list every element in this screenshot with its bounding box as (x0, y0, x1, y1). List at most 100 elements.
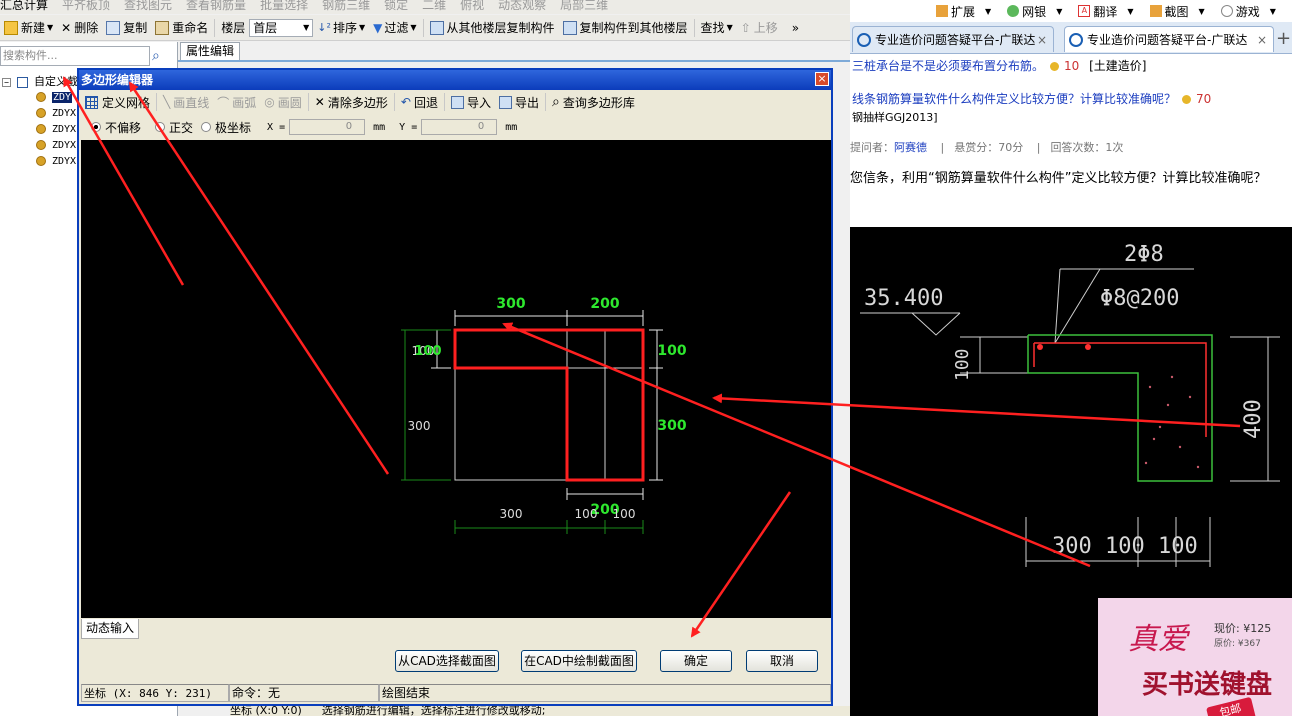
close-icon: ✕ (314, 95, 325, 109)
radio-ortho[interactable]: 正交 (155, 119, 193, 136)
translate-button[interactable]: A 翻译 ▼ (1078, 3, 1134, 20)
find-button[interactable]: 查找 ▼ (697, 17, 737, 39)
ad-price-orig: 原价: ¥367 (1214, 639, 1261, 649)
browser-topbar: 扩展 ▼ 网银 ▼ A 翻译 ▼ 截图 ▼ 游戏 ▼ (850, 0, 1292, 22)
glodon-app-window: 汇总计算 平齐板顶 查找图元 查看钢筋量 批量选择 钢筋三维 锁定 二维 俯视 动态观察 局部三维 … (0, 0, 850, 716)
question-title[interactable]: 线条钢筋算量软件什么构件定义比较方便？计算比较准确呢？ 70 (852, 90, 1211, 107)
new-icon (4, 20, 18, 35)
filter-button[interactable]: ▼ 过滤 ▼ (369, 17, 420, 39)
ad-price-now: 现价: ¥125 (1214, 622, 1272, 635)
from-cad-button[interactable]: 从CAD选择截面图 (395, 650, 499, 672)
separator (693, 18, 695, 37)
draw-arc-button[interactable]: ⌒ 画弧 (213, 94, 260, 111)
toolbar-top-item[interactable]: 锁定 (384, 0, 408, 11)
draw-in-cad-button[interactable]: 在CAD中绘制截面图 (521, 650, 637, 672)
tree-item[interactable]: ZDYX (36, 122, 76, 138)
close-icon[interactable]: × (1037, 33, 1047, 47)
y-field[interactable]: 0 (421, 119, 498, 135)
browser-tab[interactable]: 专业造价问题答疑平台-广联达 × (852, 26, 1054, 52)
toolbar-top-item[interactable]: 查看钢筋量 (186, 0, 246, 11)
new-tab-button[interactable]: + (1276, 28, 1291, 49)
copy-to-floor-button[interactable]: 复制构件到其他楼层 (559, 17, 692, 39)
draw-circle-button[interactable]: ◎ 画圆 (260, 94, 306, 111)
toolbar-overflow-button[interactable]: » (788, 17, 803, 39)
toolbar-top-item[interactable]: 俯视 (460, 0, 484, 11)
draw-line-button[interactable]: ╲ 画直线 (159, 94, 213, 111)
rebar-dot (1085, 344, 1091, 350)
radio-no-offset[interactable]: 不偏移 (91, 119, 141, 136)
question-body: 您信条，利用“钢筋算量软件什么构件”定义比较方便？计算比较准确呢？ (850, 171, 1267, 186)
browser-tab-active[interactable]: 专业造价问题答疑平台-广联达 × (1064, 26, 1274, 52)
input-mode-bar: 不偏移 正交 极坐标 X = 0 mm Y = 0 mm (81, 116, 831, 138)
dim-right-small: 100 (657, 343, 686, 359)
separator (156, 93, 158, 111)
floor-select[interactable]: 首层 ▼ (249, 18, 314, 37)
tree-item[interactable]: ZDYX (36, 154, 76, 170)
games-button[interactable]: 游戏 ▼ (1220, 3, 1276, 20)
query-library-button[interactable]: ⌕ 查询多边形库 (548, 94, 639, 111)
advertisement[interactable]: 真爱 现价: ¥125 原价: ¥367 买书送键盘 包邮 (1098, 598, 1292, 716)
toolbar-top-item[interactable]: 查找图元 (124, 0, 172, 11)
question-link-1[interactable]: 三桩承台是不是必须要布置分布筋。 10 [土建造价] (852, 57, 1147, 74)
toolbar-top-item[interactable]: 钢筋三维 (322, 0, 370, 11)
ok-button[interactable]: 确定 (660, 650, 732, 672)
tree-root[interactable]: − 自定义截 (2, 74, 78, 90)
cancel-button[interactable]: 取消 (746, 650, 818, 672)
extensions-button[interactable]: 扩展 ▼ (936, 3, 991, 20)
drawing-canvas[interactable]: 300 200 100 100 300 100 300 200 300 100 … (81, 140, 831, 618)
close-icon[interactable]: × (1257, 33, 1267, 47)
coin-icon (1182, 95, 1192, 104)
asker-link[interactable]: 阿赛德 (894, 141, 927, 154)
x-field[interactable]: 0 (289, 119, 366, 135)
separator (393, 93, 395, 111)
separator (443, 93, 445, 111)
dim-bottom-3: 100 (613, 507, 636, 521)
move-up-button[interactable]: ⇧ 上移 (737, 17, 782, 39)
toolbar-top-item[interactable]: 局部三维 (560, 0, 608, 11)
radio-icon (201, 122, 212, 132)
clear-polygon-button[interactable]: ✕ 清除多边形 (311, 94, 392, 111)
copy-button[interactable]: 复制 (102, 17, 151, 39)
dim-right-big: 300 (657, 418, 686, 434)
tab-property-edit[interactable]: 属性编辑 (180, 42, 240, 60)
tree-item[interactable]: ZDYX (36, 138, 76, 154)
folder-icon (17, 76, 28, 88)
polygon-drawing: 300 200 100 100 300 100 300 200 300 100 … (401, 296, 687, 534)
dim-top-right: 200 (590, 296, 619, 312)
search-input[interactable]: 搜索构件... (0, 46, 150, 66)
tab-dynamic-input[interactable]: 动态输入 (81, 619, 139, 639)
radio-polar[interactable]: 极坐标 (201, 119, 251, 136)
ad-slogan: 买书送键盘 (1142, 670, 1273, 700)
import-button[interactable]: 导入 (447, 94, 495, 111)
dim-bottom-2: 100 (575, 507, 598, 521)
export-button[interactable]: 导出 (495, 94, 543, 111)
tree-item[interactable]: ZDYX (36, 106, 76, 122)
toolbar-top-item[interactable]: 汇总计算 (0, 0, 48, 11)
search-icon[interactable]: ⌕ (152, 48, 170, 66)
toolbar-top-item[interactable]: 平齐板顶 (62, 0, 110, 11)
collapse-icon: − (2, 78, 11, 87)
polygon-shape[interactable] (453, 328, 645, 482)
toolbar-top-item[interactable]: 动态观察 (498, 0, 546, 11)
toolbar-top-item[interactable]: 批量选择 (260, 0, 308, 11)
sort-button[interactable]: ↓² 排序 ▼ (313, 17, 369, 39)
chevron-down-icon: ▼ (303, 23, 310, 32)
rename-button[interactable]: 重命名 (151, 17, 212, 39)
export-icon (498, 95, 512, 109)
dim-left-small-overlap: 100 (414, 344, 441, 359)
netbank-button[interactable]: 网银 ▼ (1007, 3, 1062, 20)
screenshot-button[interactable]: 截图 ▼ (1149, 3, 1205, 20)
copy-from-floor-button[interactable]: 从其他楼层复制构件 (426, 17, 559, 39)
close-button[interactable]: × (815, 72, 829, 86)
question-meta: 提问者：阿赛德 | 悬赏分：70分 | 回答次数：1次 (850, 141, 1124, 154)
sort-icon: ↓² (317, 21, 331, 34)
tree-item[interactable]: ZDY (36, 90, 73, 106)
separator (544, 93, 546, 111)
define-grid-button[interactable]: 定义网格 (81, 94, 154, 111)
site-icon (1069, 32, 1083, 47)
new-button[interactable]: 新建 ▼ (0, 17, 57, 39)
undo-button[interactable]: ↶ 回退 (397, 94, 442, 111)
dim-top-left: 300 (496, 296, 525, 312)
toolbar-top-item[interactable]: 二维 (422, 0, 446, 11)
delete-button[interactable]: ✕ 删除 (57, 17, 102, 39)
